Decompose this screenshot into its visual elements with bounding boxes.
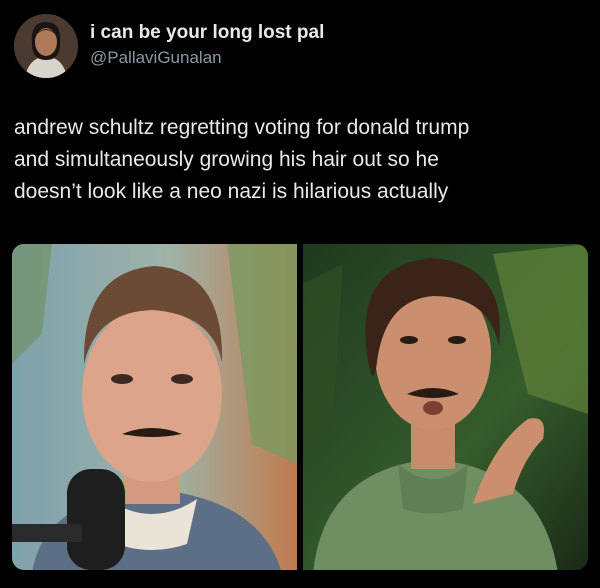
author-display-name[interactable]: i can be your long lost pal (90, 21, 324, 44)
author-handle[interactable]: @PallaviGunalan (90, 46, 324, 69)
tweet-header: i can be your long lost pal @PallaviGuna… (14, 14, 324, 78)
tweet-text: andrew schultz regretting voting for don… (14, 116, 470, 203)
tweet-media-grid[interactable] (12, 244, 588, 570)
tweet-photo-left[interactable] (12, 244, 297, 570)
tweet-photo-right[interactable] (303, 244, 588, 570)
author-avatar[interactable] (14, 14, 78, 78)
